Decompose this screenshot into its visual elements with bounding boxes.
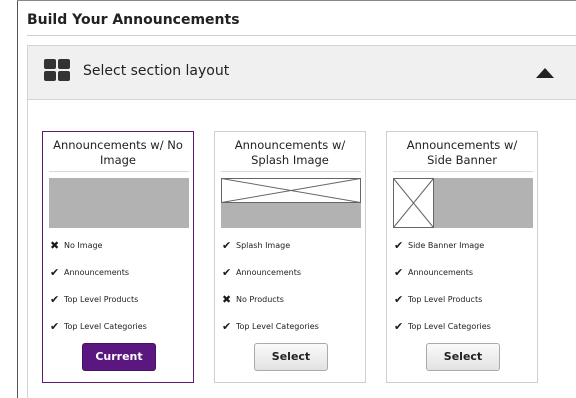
feature-item: ✔ Announcements [222,266,302,279]
feature-item: ✔ Top Level Products [50,293,139,306]
select-button[interactable]: Select [254,343,328,371]
feature-item: ✖ No Products [222,293,284,306]
check-icon: ✔ [50,266,60,279]
title-divider [27,35,576,36]
layout-thumbnail [49,178,189,228]
page-title: Build Your Announcements [27,12,240,28]
check-icon: ✔ [394,239,404,252]
grid-layout-icon [44,59,71,83]
frame-border-left [17,0,18,398]
feature-item: ✔ Announcements [394,266,474,279]
layout-card-splash-image[interactable]: Announcements w/ Splash Image ✔ Splash Im… [214,131,366,383]
feature-item: ✔ Side Banner Image [394,239,485,252]
check-icon: ✔ [50,293,60,306]
feature-item: ✔ Top Level Categories [50,320,147,333]
card-divider [49,171,189,172]
chevron-up-icon[interactable] [536,68,554,78]
card-title: Announcements w/ Splash Image [234,138,346,167]
layout-thumbnail [393,178,533,228]
feature-item: ✔ Splash Image [222,239,291,252]
card-title: Announcements w/ Side Banner [406,138,518,167]
feature-item: ✖ No Image [50,239,103,252]
feature-item: ✔ Top Level Products [394,293,483,306]
card-divider [393,171,533,172]
card-title: Announcements w/ No Image [53,138,183,167]
feature-item: ✔ Top Level Categories [394,320,491,333]
card-divider [221,171,361,172]
check-icon: ✔ [394,266,404,279]
layout-card-side-banner[interactable]: Announcements w/ Side Banner ✔ Side Banne… [386,131,538,383]
current-button[interactable]: Current [82,343,156,371]
x-icon: ✖ [222,293,232,306]
section-title: Select section layout [83,63,230,79]
select-button[interactable]: Select [426,343,500,371]
x-icon: ✖ [50,239,60,252]
check-icon: ✔ [394,320,404,333]
check-icon: ✔ [222,239,232,252]
check-icon: ✔ [394,293,404,306]
feature-item: ✔ Top Level Categories [222,320,319,333]
feature-item: ✔ Announcements [50,266,130,279]
section-header[interactable]: Select section layout [28,46,576,100]
frame-border-top [17,0,576,1]
check-icon: ✔ [222,266,232,279]
check-icon: ✔ [222,320,232,333]
layout-card-no-image[interactable]: Announcements w/ No Image ✖ No Image ✔ Ann… [42,131,194,383]
layout-thumbnail [221,178,361,228]
check-icon: ✔ [50,320,60,333]
